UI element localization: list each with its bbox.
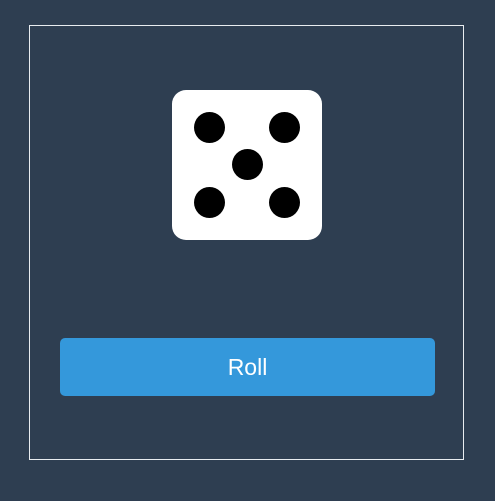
pip-bottom-left [194,187,225,218]
pip-top-right [269,112,300,143]
pip-center [232,149,263,180]
pip-top-left [194,112,225,143]
dice-game-panel: Roll [29,25,464,460]
pip-bottom-right [269,187,300,218]
die-face [172,90,322,240]
roll-button[interactable]: Roll [60,338,435,396]
